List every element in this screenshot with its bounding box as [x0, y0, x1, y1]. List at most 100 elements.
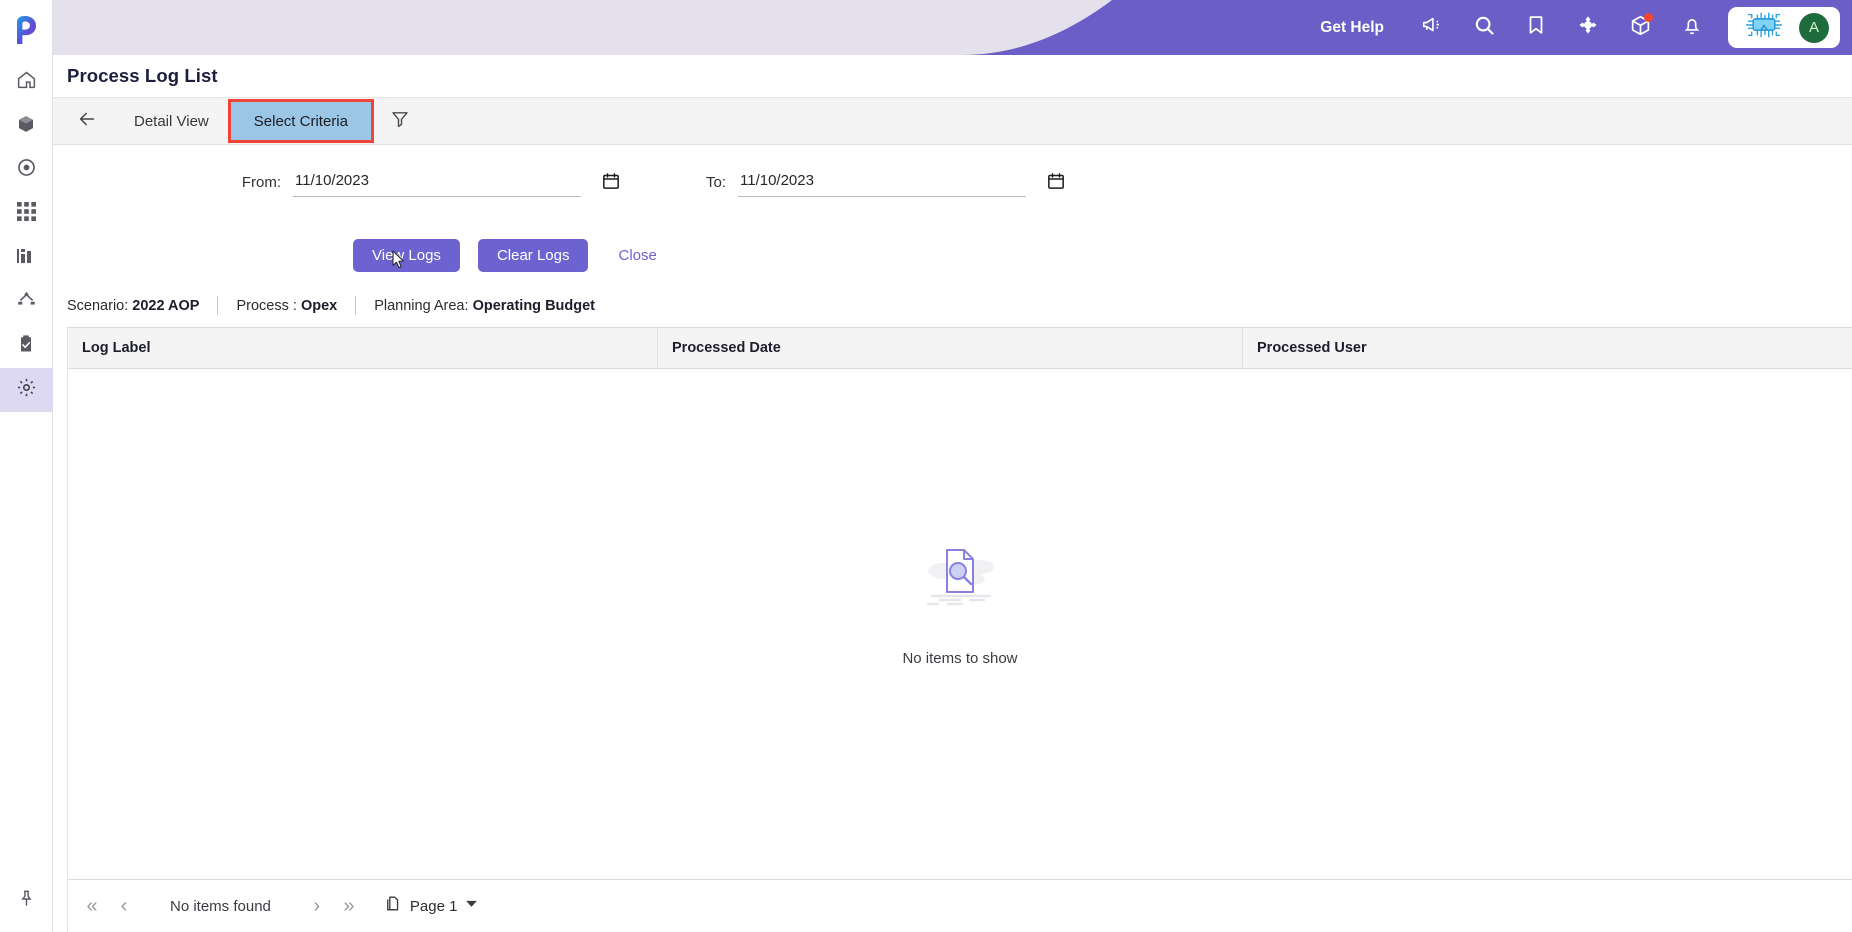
pagination-status: No items found — [170, 897, 271, 915]
scenario-value: 2022 AOP — [132, 297, 200, 314]
process-info: Process : Opex — [236, 298, 337, 314]
criteria-panel: From: 11/10/2023 To: 11/10/2023 View Log… — [53, 145, 1852, 327]
log-grid: Log Label Processed Date Processed User — [67, 327, 1852, 932]
page-selector[interactable]: Page 1 — [383, 894, 479, 918]
main-content: Get Help A Process Log List Detail View … — [53, 0, 1852, 932]
search-button[interactable] — [1458, 0, 1510, 55]
avatar[interactable]: A — [1799, 12, 1829, 43]
pagination-bar: « ‹ No items found › » Page 1 — [68, 880, 1852, 932]
filter-icon — [390, 109, 410, 134]
app-window: Get Help A Process Log List Detail View … — [0, 0, 1852, 932]
gear-icon — [16, 377, 37, 403]
top-bar-actions: Get Help A — [1298, 0, 1842, 55]
bell-icon — [1681, 14, 1703, 41]
left-nav-rail — [0, 0, 53, 932]
filter-button[interactable] — [378, 98, 422, 144]
search-icon — [1473, 14, 1496, 42]
target-icon — [16, 157, 37, 183]
top-bar: Get Help A — [53, 0, 1852, 55]
view-logs-button[interactable]: View Logs — [353, 239, 460, 272]
date-range-row: From: 11/10/2023 To: 11/10/2023 — [53, 165, 1852, 217]
from-date-input[interactable] — [293, 167, 581, 197]
from-label: From: — [241, 173, 281, 191]
prev-page-button[interactable]: ‹ — [108, 890, 140, 922]
announcements-button[interactable] — [1406, 0, 1458, 55]
context-info-bar: Scenario: 2022 AOP Process : Opex Planni… — [53, 272, 1852, 327]
pages-icon — [383, 894, 402, 918]
apps-grid-icon — [16, 202, 36, 226]
process-value: Opex — [300, 297, 338, 314]
from-input-wrap — [293, 165, 628, 199]
grid-body: No items to show — [68, 369, 1852, 880]
column-header-processed-date[interactable]: Processed Date — [658, 328, 1243, 368]
empty-state: No items to show — [902, 541, 1018, 667]
pin-nav-button[interactable] — [0, 870, 53, 932]
bookmark-icon — [1525, 14, 1547, 41]
notification-badge — [1644, 13, 1653, 22]
to-label: To: — [705, 173, 726, 191]
focus-button[interactable] — [1562, 0, 1614, 55]
calendar-icon — [601, 171, 621, 194]
sidebar-item-reports[interactable] — [0, 236, 53, 280]
announcement-icon — [1421, 14, 1443, 41]
chevron-down-icon — [465, 897, 478, 915]
info-divider — [355, 296, 357, 315]
crosshair-icon — [1577, 14, 1599, 41]
clipboard-check-icon — [16, 334, 36, 359]
grid-header-row: Log Label Processed Date Processed User — [68, 328, 1852, 369]
planning-area-label: Planning Area: — [374, 297, 469, 314]
sidebar-item-hierarchy[interactable] — [0, 280, 53, 324]
notifications-button[interactable] — [1666, 0, 1718, 55]
packages-button[interactable] — [1614, 0, 1666, 55]
empty-state-text: No items to show — [902, 650, 1018, 667]
tab-detail-view[interactable]: Detail View — [113, 98, 230, 144]
page-title: Process Log List — [67, 65, 218, 86]
action-button-row: View Logs Clear Logs Close — [53, 217, 1852, 272]
next-page-button[interactable]: › — [301, 890, 333, 922]
pin-icon — [17, 889, 36, 913]
to-calendar-button[interactable] — [1039, 165, 1073, 199]
to-date-input[interactable] — [738, 167, 1026, 197]
ai-chip-icon — [1739, 8, 1789, 47]
first-page-button[interactable]: « — [76, 890, 108, 922]
to-field-group: To: — [628, 165, 1073, 199]
user-chip[interactable]: A — [1728, 7, 1840, 48]
info-divider — [217, 296, 219, 315]
sidebar-item-models[interactable] — [0, 104, 53, 148]
bookmarks-button[interactable] — [1510, 0, 1562, 55]
arrow-left-icon — [76, 108, 98, 135]
sidebar-item-grid[interactable] — [0, 192, 53, 236]
cube-icon — [16, 114, 36, 139]
home-icon — [16, 69, 37, 95]
get-help-button[interactable]: Get Help — [1298, 19, 1406, 37]
page-number-label: Page 1 — [409, 897, 458, 915]
column-header-log-label[interactable]: Log Label — [68, 328, 658, 368]
process-label: Process : — [236, 297, 297, 314]
nav-items — [0, 60, 53, 412]
clear-logs-button[interactable]: Clear Logs — [477, 239, 589, 272]
tab-strip: Detail View Select Criteria — [53, 97, 1852, 145]
scenario-label: Scenario: — [67, 297, 129, 314]
app-logo[interactable] — [0, 0, 53, 60]
bar-chart-icon — [16, 246, 36, 271]
last-page-button[interactable]: » — [333, 890, 365, 922]
planning-area-info: Planning Area: Operating Budget — [374, 298, 595, 314]
sidebar-item-targets[interactable] — [0, 148, 53, 192]
tab-select-criteria[interactable]: Select Criteria — [227, 99, 374, 143]
sidebar-item-tasks[interactable] — [0, 324, 53, 368]
back-button[interactable] — [61, 98, 113, 144]
to-input-wrap — [738, 165, 1073, 199]
document-search-icon — [914, 541, 1006, 618]
planning-area-value: Operating Budget — [472, 297, 596, 314]
column-header-processed-user[interactable]: Processed User — [1243, 328, 1852, 368]
calendar-icon — [1046, 171, 1066, 194]
hierarchy-icon — [16, 289, 37, 315]
from-calendar-button[interactable] — [594, 165, 628, 199]
sidebar-item-settings[interactable] — [0, 368, 53, 412]
scenario-info: Scenario: 2022 AOP — [67, 298, 199, 314]
sidebar-item-home[interactable] — [0, 60, 53, 104]
close-button[interactable]: Close — [606, 247, 668, 264]
from-field-group: From: — [53, 165, 628, 199]
page-title-bar: Process Log List — [53, 55, 1852, 97]
top-bar-banner: Get Help A — [962, 0, 1852, 55]
